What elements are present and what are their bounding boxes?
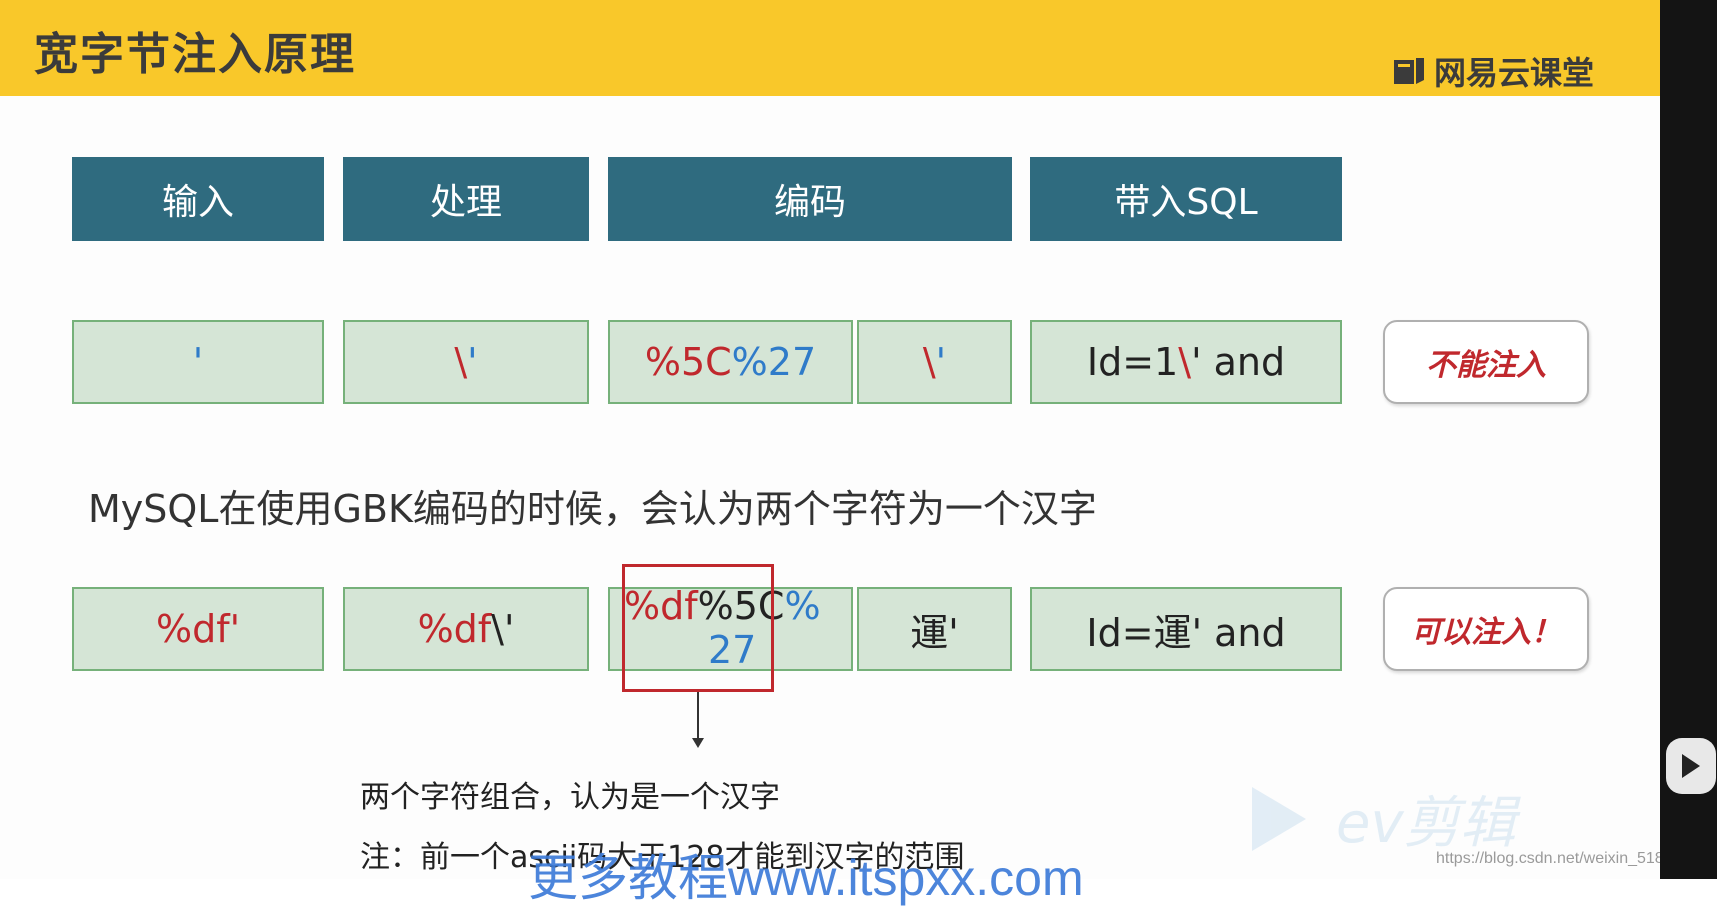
row2-input: %df' bbox=[72, 587, 324, 671]
slide-title: 宽字节注入原理 bbox=[34, 29, 356, 80]
row2-decoded-text: 運' bbox=[910, 610, 959, 655]
row1-sql: Id=1 \ ' and bbox=[1030, 320, 1342, 404]
row1-sql-suffix: ' and bbox=[1191, 340, 1286, 384]
slide: 宽字节注入原理 网易云课堂 输入 处理 编码 带入SQL ' \ ' %5C %27… bbox=[0, 0, 1708, 906]
arrow-down-icon bbox=[692, 738, 704, 748]
brand-name: 网易云课堂 bbox=[1434, 54, 1595, 92]
bilibili-tv-icon[interactable] bbox=[1666, 738, 1716, 794]
note-line-1: 两个字符组合，认为是一个汉字 bbox=[360, 780, 780, 815]
row2-decoded: 運' bbox=[857, 587, 1012, 671]
header-input: 输入 bbox=[72, 157, 324, 241]
highlight-box bbox=[622, 564, 774, 692]
row2-input-text: %df' bbox=[155, 607, 241, 651]
row1-decoded: \ ' bbox=[857, 320, 1012, 404]
row1-input: ' bbox=[72, 320, 324, 404]
row2-encoded-percent: % bbox=[784, 584, 821, 628]
ev-watermark-text: ev剪辑 bbox=[1336, 791, 1516, 856]
row2-sql: Id=運' and bbox=[1030, 587, 1342, 671]
brand-logo: 网易云课堂 bbox=[1392, 48, 1594, 94]
arrow-line bbox=[697, 692, 699, 740]
row1-decoded-quote: ' bbox=[935, 340, 947, 384]
header-sql: 带入SQL bbox=[1030, 157, 1342, 241]
row2-sql-text: Id=運' and bbox=[1086, 610, 1286, 655]
title-bar: 宽字节注入原理 网易云课堂 bbox=[0, 0, 1660, 96]
row1-encoded-5c: %5C bbox=[644, 340, 732, 384]
row2-process: %df \' bbox=[343, 587, 589, 671]
row2-process-escaped: \' bbox=[491, 607, 515, 651]
row1-process-quote: ' bbox=[467, 340, 478, 384]
site-watermark: 更多教程www.itspxx.com bbox=[528, 850, 1084, 906]
row1-encoded-27: %27 bbox=[731, 340, 817, 384]
book-icon bbox=[1394, 58, 1424, 84]
row1-process: \ ' bbox=[343, 320, 589, 404]
row1-encoded: %5C %27 bbox=[608, 320, 853, 404]
ev-watermark: ev剪辑 bbox=[1252, 778, 1516, 859]
header-encode: 编码 bbox=[608, 157, 1012, 241]
header-process: 处理 bbox=[343, 157, 589, 241]
row1-sql-prefix: Id=1 bbox=[1086, 340, 1179, 384]
row1-result: 不能注入 bbox=[1383, 320, 1589, 404]
row2-result: 可以注入！ bbox=[1383, 587, 1589, 671]
explanation-sentence: MySQL在使用GBK编码的时候，会认为两个字符为一个汉字 bbox=[88, 487, 1097, 531]
row1-input-text: ' bbox=[192, 340, 204, 384]
play-icon bbox=[1682, 754, 1700, 778]
row2-process-df: %df bbox=[417, 607, 492, 651]
ev-play-icon bbox=[1252, 786, 1306, 851]
row1-decoded-backslash: \ bbox=[922, 340, 936, 384]
row1-sql-backslash: \ bbox=[1178, 340, 1192, 384]
row1-process-backslash: \ bbox=[454, 340, 468, 384]
